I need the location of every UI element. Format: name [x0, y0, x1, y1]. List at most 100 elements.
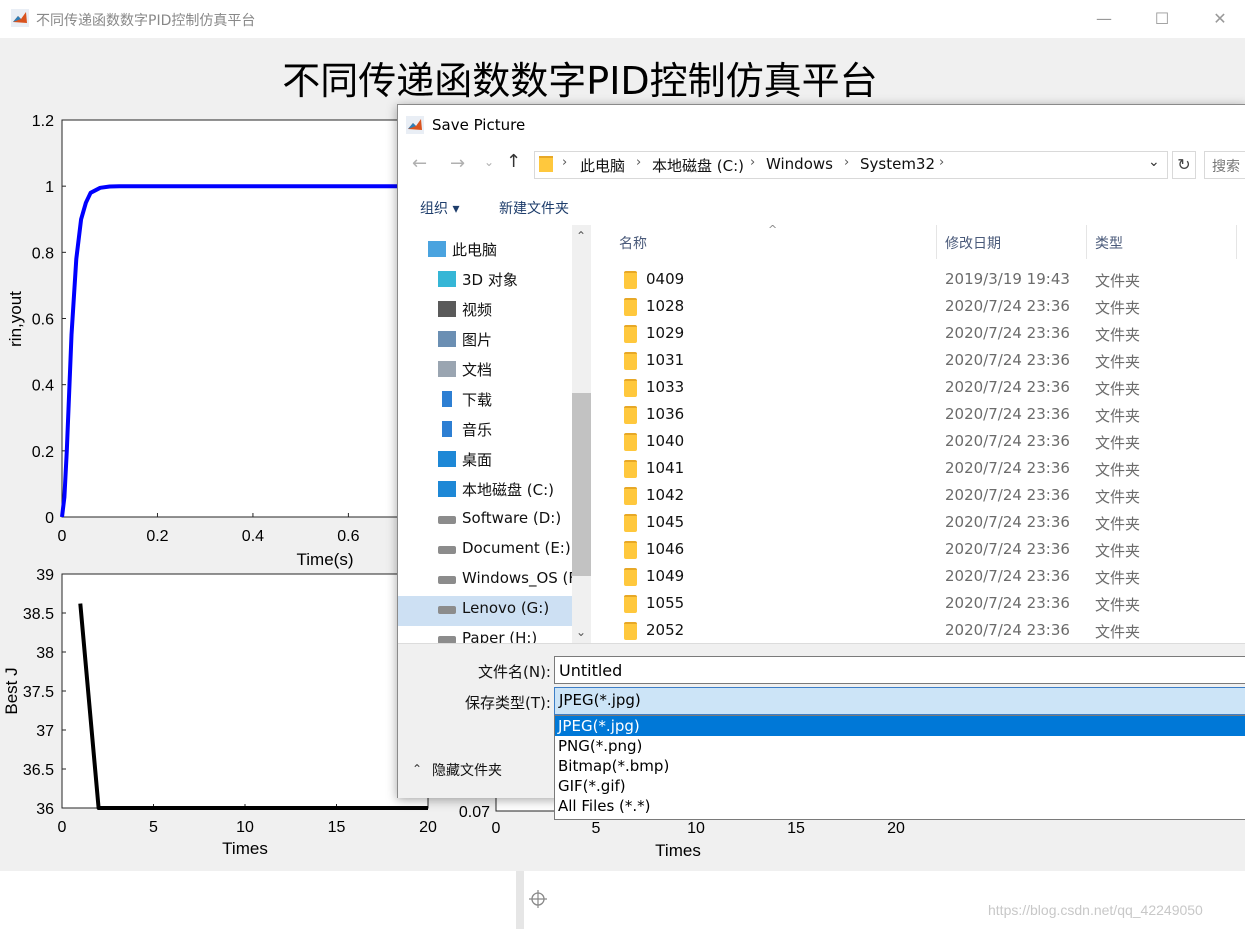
breadcrumb-system32[interactable]: System32	[860, 155, 935, 173]
file-row[interactable]: 1055 2020/7/24 23:36 文件夹	[614, 590, 1245, 617]
x-tick-label: 5	[149, 819, 158, 836]
file-type: 文件夹	[1095, 353, 1141, 371]
nav-item[interactable]: 本地磁盘 (C:)	[414, 475, 574, 505]
filetype-option[interactable]: PNG(*.png)	[555, 736, 1245, 756]
splitter-bar[interactable]	[516, 871, 524, 929]
file-name: 1055	[646, 594, 685, 612]
nav-scrollbar-thumb[interactable]	[572, 393, 591, 576]
file-row[interactable]: 1031 2020/7/24 23:36 文件夹	[614, 347, 1245, 374]
nav-item[interactable]: Software (D:)	[414, 505, 574, 535]
file-row[interactable]: 1049 2020/7/24 23:36 文件夹	[614, 563, 1245, 590]
y-tick-label: 0.2	[32, 444, 54, 461]
best-j-plot-area	[61, 573, 429, 809]
filetype-option[interactable]: Bitmap(*.bmp)	[555, 756, 1245, 776]
chevron-up-icon[interactable]: ⌃	[412, 762, 422, 776]
nav-item[interactable]: 此电脑	[404, 235, 564, 265]
filetype-select[interactable]: JPEG(*.jpg)	[554, 687, 1245, 715]
nav-item[interactable]: 音乐	[414, 415, 574, 445]
figure-titlebar: 不同传递函数数字PID控制仿真平台 — ☐ ✕	[0, 0, 1245, 38]
nav-item[interactable]: Lenovo (G:)	[414, 595, 574, 625]
minimize-button[interactable]: —	[1084, 6, 1124, 32]
back-arrow-icon[interactable]: ←	[412, 153, 427, 174]
chevron-right-icon: ›	[636, 155, 642, 170]
chevron-right-icon: ›	[750, 155, 756, 170]
music-icon	[442, 421, 452, 437]
file-row[interactable]: 1046 2020/7/24 23:36 文件夹	[614, 536, 1245, 563]
file-row[interactable]: 0409 2019/3/19 19:43 文件夹	[614, 266, 1245, 293]
nav-item-label: 图片	[462, 331, 493, 349]
file-row[interactable]: 1041 2020/7/24 23:36 文件夹	[614, 455, 1245, 482]
up-arrow-icon[interactable]: ↑	[506, 151, 521, 172]
y-tick-label: 0.07	[459, 804, 490, 821]
column-divider[interactable]	[1086, 225, 1087, 259]
file-row[interactable]: 1033 2020/7/24 23:36 文件夹	[614, 374, 1245, 401]
address-dropdown-icon[interactable]: ⌄	[1148, 154, 1160, 170]
nav-item[interactable]: Document (E:)	[414, 535, 574, 565]
filetype-option[interactable]: JPEG(*.jpg)	[555, 716, 1245, 736]
file-type: 文件夹	[1095, 623, 1141, 641]
crosshair-icon[interactable]	[529, 890, 547, 908]
nav-item[interactable]: 文档	[414, 355, 574, 385]
y-tick-label: 0.6	[32, 312, 54, 329]
file-row[interactable]: 1029 2020/7/24 23:36 文件夹	[614, 320, 1245, 347]
folder-icon	[624, 352, 637, 370]
nav-item-label: 音乐	[462, 421, 493, 439]
file-name: 1031	[646, 351, 685, 369]
file-row[interactable]: 1036 2020/7/24 23:36 文件夹	[614, 401, 1245, 428]
chevron-right-icon: ›	[939, 155, 945, 170]
column-header-type[interactable]: 类型	[1095, 233, 1123, 253]
scroll-down-icon[interactable]: ⌄	[576, 625, 586, 639]
address-bar[interactable]	[534, 151, 1168, 179]
column-divider[interactable]	[936, 225, 937, 259]
nav-item-label: Document (E:)	[462, 539, 571, 557]
breadcrumb-c-drive[interactable]: 本地磁盘 (C:)	[652, 155, 744, 176]
nav-item[interactable]: 3D 对象	[414, 265, 574, 295]
nav-item[interactable]: 视频	[414, 295, 574, 325]
best-j-chart: 0 5 10 15 20 36 36.5 37 37.5 38 38.5 39 Times Best …	[2, 567, 437, 858]
x-tick-label: 10	[687, 820, 705, 837]
file-row[interactable]: 2052 2020/7/24 23:36 文件夹	[614, 617, 1245, 644]
new-folder-button[interactable]: 新建文件夹	[499, 198, 569, 218]
file-row[interactable]: 1042 2020/7/24 23:36 文件夹	[614, 482, 1245, 509]
refresh-icon[interactable]: ↻	[1172, 151, 1196, 179]
file-name: 1028	[646, 297, 685, 315]
windows-drive-icon	[438, 481, 456, 497]
x-tick-label: 20	[887, 820, 905, 837]
breadcrumb-windows[interactable]: Windows	[766, 155, 833, 173]
x-tick-label: 0.6	[337, 528, 359, 545]
nav-item-label: 3D 对象	[462, 271, 518, 289]
matlab-logo-icon	[11, 9, 29, 27]
file-type: 文件夹	[1095, 434, 1141, 452]
pictures-icon	[438, 331, 456, 347]
nav-item[interactable]: 桌面	[414, 445, 574, 475]
hide-folders-button[interactable]: 隐藏文件夹	[432, 760, 502, 780]
computer-icon	[428, 241, 446, 257]
x-tick-label: 20	[419, 819, 437, 836]
scroll-up-icon[interactable]: ⌃	[576, 229, 586, 243]
maximize-button[interactable]: ☐	[1142, 6, 1182, 32]
filetype-option[interactable]: All Files (*.*)	[555, 796, 1245, 816]
organize-button[interactable]: 组织 ▾	[420, 198, 459, 218]
file-row[interactable]: 1045 2020/7/24 23:36 文件夹	[614, 509, 1245, 536]
sort-ascending-icon: ^	[768, 223, 778, 236]
column-divider[interactable]	[1236, 225, 1237, 259]
breadcrumb-this-pc[interactable]: 此电脑	[580, 155, 625, 176]
file-row[interactable]: 1028 2020/7/24 23:36 文件夹	[614, 293, 1245, 320]
file-row[interactable]: 1040 2020/7/24 23:36 文件夹	[614, 428, 1245, 455]
filetype-option[interactable]: GIF(*.gif)	[555, 776, 1245, 796]
close-button[interactable]: ✕	[1200, 6, 1240, 32]
desktop-icon	[438, 451, 456, 467]
nav-item[interactable]: 图片	[414, 325, 574, 355]
navigation-pane: 此电脑 3D 对象视频图片文档 下载音乐桌面 本地磁盘 (C:) Software (D…	[398, 225, 593, 647]
file-date: 2020/7/24 23:36	[945, 459, 1070, 477]
forward-arrow-icon[interactable]: →	[450, 153, 465, 174]
x-tick-label: 0.4	[242, 528, 264, 545]
column-header-date[interactable]: 修改日期	[945, 233, 1001, 253]
nav-item[interactable]: Windows_OS (F	[414, 565, 577, 595]
file-date: 2020/7/24 23:36	[945, 378, 1070, 396]
filename-input[interactable]	[554, 656, 1245, 684]
file-date: 2019/3/19 19:43	[945, 270, 1070, 288]
recent-dropdown-icon[interactable]: ⌄	[484, 155, 494, 169]
column-header-name[interactable]: 名称	[619, 233, 647, 253]
nav-item[interactable]: 下载	[414, 385, 574, 415]
